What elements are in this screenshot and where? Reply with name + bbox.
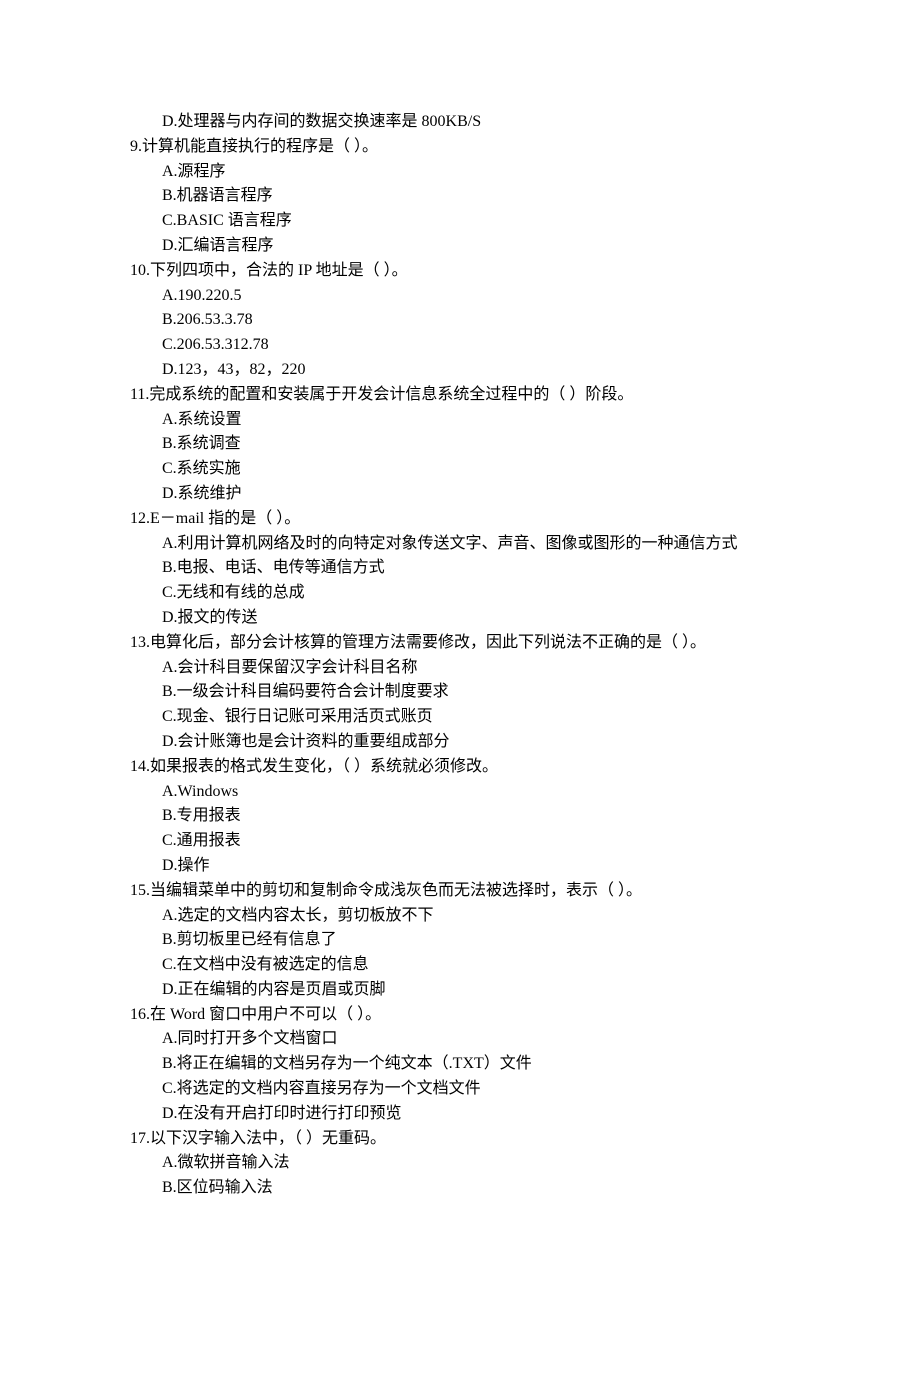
document-body: D.处理器与内存间的数据交换速率是 800KB/S9.计算机能直接执行的程序是（… — [130, 110, 790, 1201]
option-text: C.现金、银行日记账可采用活页式账页 — [130, 705, 790, 730]
option-text: D.处理器与内存间的数据交换速率是 800KB/S — [130, 110, 790, 135]
option-text: D.操作 — [130, 854, 790, 879]
question-text: 9.计算机能直接执行的程序是（ ）。 — [130, 135, 790, 160]
option-text: D.报文的传送 — [130, 606, 790, 631]
option-text: A.会计科目要保留汉字会计科目名称 — [130, 656, 790, 681]
option-text: B.将正在编辑的文档另存为一个纯文本（.TXT）文件 — [130, 1052, 790, 1077]
option-text: C.BASIC 语言程序 — [130, 209, 790, 234]
question-text: 13.电算化后，部分会计核算的管理方法需要修改，因此下列说法不正确的是（ ）。 — [130, 631, 790, 656]
option-text: A.源程序 — [130, 160, 790, 185]
question-text: 11.完成系统的配置和安装属于开发会计信息系统全过程中的（ ）阶段。 — [130, 383, 790, 408]
option-text: D.会计账簿也是会计资料的重要组成部分 — [130, 730, 790, 755]
option-text: D.在没有开启打印时进行打印预览 — [130, 1102, 790, 1127]
option-text: B.剪切板里已经有信息了 — [130, 928, 790, 953]
option-text: C.将选定的文档内容直接另存为一个文档文件 — [130, 1077, 790, 1102]
option-text: D.正在编辑的内容是页眉或页脚 — [130, 978, 790, 1003]
option-text: A.系统设置 — [130, 408, 790, 433]
option-text: B.一级会计科目编码要符合会计制度要求 — [130, 680, 790, 705]
option-text: B.机器语言程序 — [130, 184, 790, 209]
option-text: A.微软拼音输入法 — [130, 1151, 790, 1176]
option-text: D.汇编语言程序 — [130, 234, 790, 259]
option-text: C.无线和有线的总成 — [130, 581, 790, 606]
option-text: D.系统维护 — [130, 482, 790, 507]
option-text: B.专用报表 — [130, 804, 790, 829]
question-text: 16.在 Word 窗口中用户不可以（ ）。 — [130, 1003, 790, 1028]
question-text: 17.以下汉字输入法中，（ ）无重码。 — [130, 1127, 790, 1152]
option-text: C.在文档中没有被选定的信息 — [130, 953, 790, 978]
question-text: 15.当编辑菜单中的剪切和复制命令成浅灰色而无法被选择时，表示（ ）。 — [130, 879, 790, 904]
option-text: A.190.220.5 — [130, 284, 790, 309]
question-text: 10.下列四项中，合法的 IP 地址是（ ）。 — [130, 259, 790, 284]
option-text: D.123，43，82，220 — [130, 358, 790, 383]
option-text: C.206.53.312.78 — [130, 333, 790, 358]
option-text: A.Windows — [130, 780, 790, 805]
question-text: 12.E－mail 指的是（ ）。 — [130, 507, 790, 532]
option-text: B.电报、电话、电传等通信方式 — [130, 556, 790, 581]
option-text: A.同时打开多个文档窗口 — [130, 1027, 790, 1052]
option-text: B.系统调查 — [130, 432, 790, 457]
option-text: A.利用计算机网络及时的向特定对象传送文字、声音、图像或图形的一种通信方式 — [130, 532, 790, 557]
option-text: C.通用报表 — [130, 829, 790, 854]
option-text: C.系统实施 — [130, 457, 790, 482]
question-text: 14.如果报表的格式发生变化，（ ）系统就必须修改。 — [130, 755, 790, 780]
option-text: B.区位码输入法 — [130, 1176, 790, 1201]
option-text: A.选定的文档内容太长，剪切板放不下 — [130, 904, 790, 929]
option-text: B.206.53.3.78 — [130, 308, 790, 333]
